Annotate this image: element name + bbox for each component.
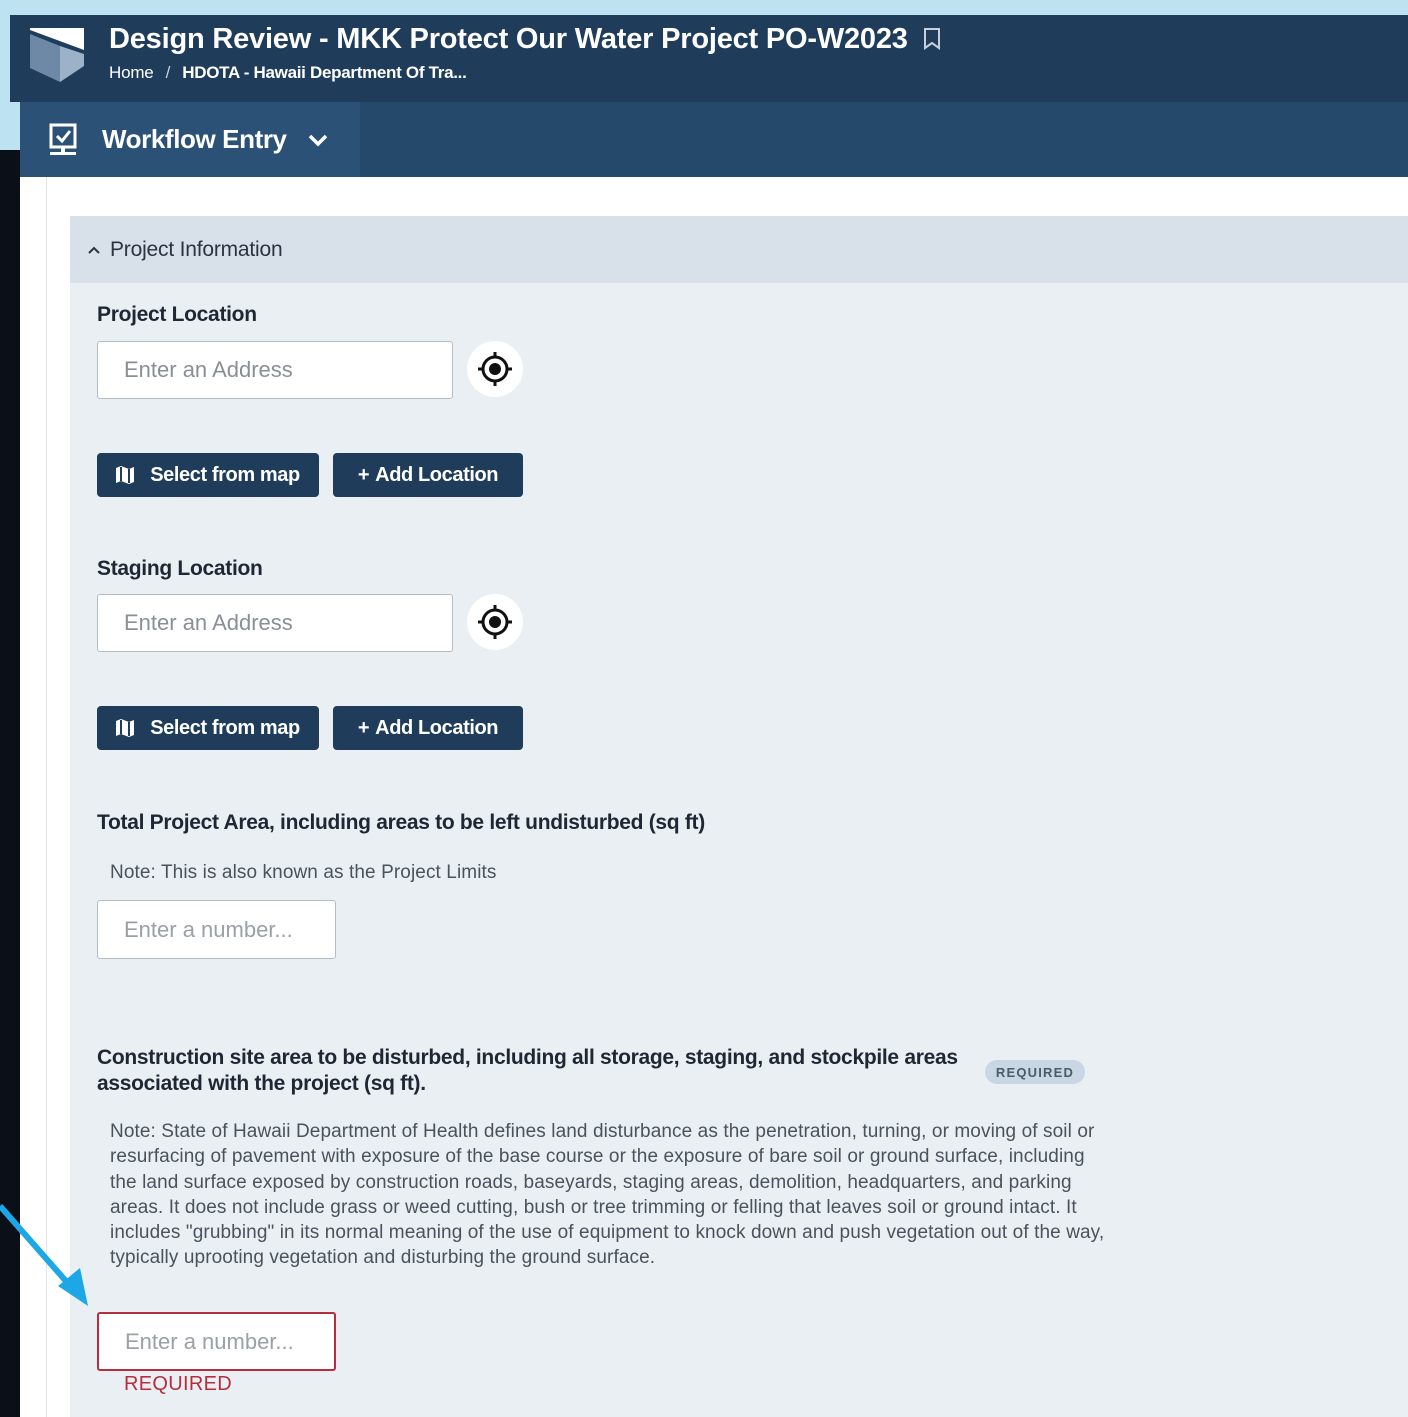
disturbed-area-label: Construction site area to be disturbed, …	[97, 1046, 958, 1095]
disturbed-area-error: REQUIRED	[124, 1373, 232, 1395]
required-badge: REQUIRED	[985, 1060, 1085, 1084]
add-location-label: Add Location	[375, 716, 499, 739]
workflow-entry-label: Workflow Entry	[102, 124, 287, 154]
staging-add-location-button[interactable]: + Add Location	[333, 706, 523, 750]
map-icon	[116, 719, 135, 737]
breadcrumb-home[interactable]: Home	[109, 63, 154, 83]
total-project-area-placeholder: Enter a number...	[124, 916, 293, 942]
crosshair-icon	[478, 605, 512, 639]
project-location-locate-button[interactable]	[467, 341, 523, 397]
project-select-from-map-button[interactable]: Select from map	[97, 453, 319, 497]
chevron-down-icon	[308, 134, 327, 146]
section-title: Project Information	[110, 237, 283, 261]
map-icon	[116, 466, 135, 484]
plus-icon: +	[357, 463, 370, 486]
project-location-placeholder: Enter an Address	[124, 357, 293, 382]
add-location-label: Add Location	[375, 463, 499, 486]
staging-location-placeholder: Enter an Address	[124, 610, 293, 635]
staging-location-label: Staging Location	[97, 557, 263, 580]
total-project-area-label: Total Project Area, including areas to b…	[97, 811, 705, 834]
crosshair-icon	[478, 352, 512, 386]
title-row: Design Review - MKK Protect Our Water Pr…	[109, 21, 942, 57]
plus-icon: +	[357, 716, 370, 739]
bookmark-icon[interactable]	[922, 28, 942, 50]
project-location-input[interactable]: Enter an Address	[97, 341, 453, 399]
select-from-map-label: Select from map	[150, 463, 300, 486]
staging-location-input[interactable]: Enter an Address	[97, 594, 453, 652]
section-header-project-information[interactable]: Project Information	[70, 216, 1408, 283]
annotation-arrow-icon	[0, 1204, 88, 1306]
breadcrumb: Home / HDOTA - Hawaii Department Of Tra.…	[109, 63, 467, 83]
app-header: Design Review - MKK Protect Our Water Pr…	[10, 15, 1408, 102]
project-location-label: Project Location	[97, 303, 257, 326]
total-project-area-input[interactable]: Enter a number...	[97, 900, 336, 959]
app-logo	[30, 28, 84, 82]
chevron-up-icon	[88, 246, 100, 254]
workflow-monitor-icon	[49, 123, 77, 155]
workflow-bar: Workflow Entry	[20, 102, 1408, 177]
staging-location-locate-button[interactable]	[467, 594, 523, 650]
select-from-map-label: Select from map	[150, 716, 300, 739]
breadcrumb-organization[interactable]: HDOTA - Hawaii Department Of Tra...	[182, 63, 467, 83]
disturbed-area-note: Note: State of Hawaii Department of Heal…	[110, 1121, 1105, 1269]
total-project-area-note: Note: This is also known as the Project …	[110, 862, 497, 883]
disturbed-area-input[interactable]: Enter a number...	[97, 1312, 336, 1371]
project-add-location-button[interactable]: + Add Location	[333, 453, 523, 497]
staging-select-from-map-button[interactable]: Select from map	[97, 706, 319, 750]
breadcrumb-separator: /	[165, 63, 171, 82]
workflow-entry-dropdown[interactable]: Workflow Entry	[20, 102, 360, 177]
disturbed-area-placeholder: Enter a number...	[125, 1328, 294, 1354]
page-title: Design Review - MKK Protect Our Water Pr…	[109, 22, 908, 55]
